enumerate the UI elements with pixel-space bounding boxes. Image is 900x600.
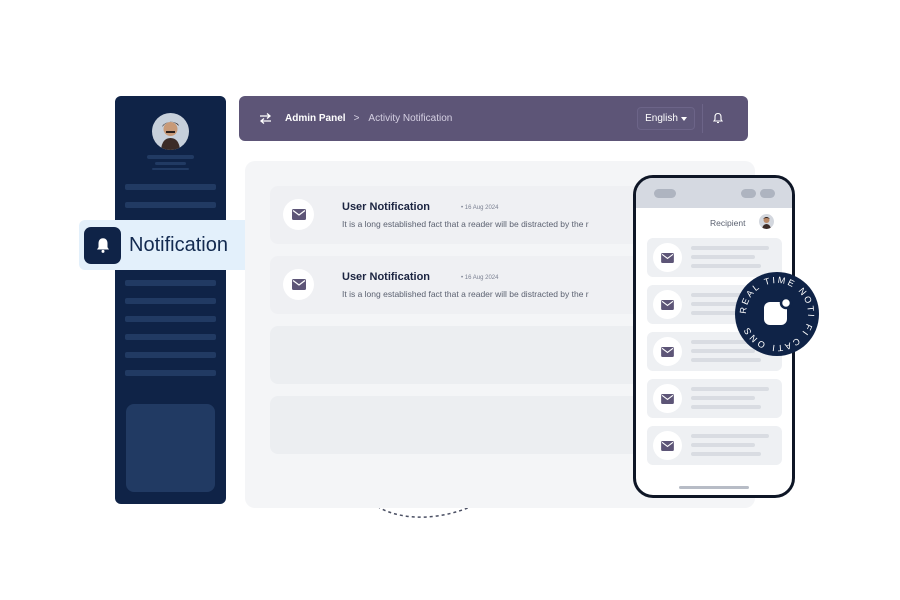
bell-icon: [84, 226, 121, 264]
notification-title: User Notification: [342, 201, 431, 213]
mail-icon: [283, 199, 314, 230]
mail-icon: [653, 431, 682, 460]
item-line: [691, 358, 761, 362]
status-pill: [654, 189, 676, 198]
sidebar-item[interactable]: [125, 352, 216, 358]
notification-badge[interactable]: Notification: [79, 220, 254, 270]
status-pill: [760, 189, 775, 198]
header-divider: [702, 104, 703, 133]
header-bar: Admin Panel > Activity Notification Engl…: [239, 96, 748, 141]
mail-icon: [653, 243, 682, 272]
notification-label: Notification: [129, 233, 228, 256]
mail-icon: [283, 269, 314, 300]
item-line: [691, 405, 761, 409]
breadcrumb-separator: >: [353, 113, 360, 124]
item-line: [691, 387, 769, 391]
item-line: [691, 255, 755, 259]
mail-icon: [653, 290, 682, 319]
sidebar-item[interactable]: [125, 334, 216, 340]
item-line: [691, 264, 761, 268]
item-line: [691, 443, 755, 447]
realtime-seal: REAL TIME NOTI FI CATI ONS: [735, 272, 819, 356]
sidebar-role-placeholder: [155, 162, 186, 165]
mail-icon: [653, 384, 682, 413]
item-line: [691, 452, 761, 456]
sidebar-item[interactable]: [125, 184, 216, 190]
phone-status-bar: [636, 178, 792, 208]
swap-icon[interactable]: [258, 112, 272, 126]
mail-icon: [653, 337, 682, 366]
notification-title: User Notification: [342, 271, 431, 283]
item-line: [691, 434, 769, 438]
notification-date: • 16 Aug 2024: [461, 275, 499, 281]
breadcrumb-root[interactable]: Admin Panel: [285, 113, 346, 124]
notification-body: It is a long established fact that a rea…: [342, 289, 589, 299]
status-pill: [741, 189, 756, 198]
recipient-label: Recipient: [710, 218, 746, 228]
phone-notification-item[interactable]: [647, 426, 782, 465]
sidebar-card: [126, 404, 215, 492]
sidebar-item[interactable]: [125, 298, 216, 304]
sidebar-item[interactable]: [125, 316, 216, 322]
bell-icon[interactable]: [709, 109, 727, 127]
sidebar-item[interactable]: [125, 280, 216, 286]
sidebar-item[interactable]: [125, 370, 216, 376]
notification-date: • 16 Aug 2024: [461, 205, 499, 211]
sidebar: [115, 96, 226, 504]
caret-down-icon: [680, 116, 687, 121]
sidebar-role-placeholder: [152, 168, 189, 170]
phone-notification-item[interactable]: [647, 379, 782, 418]
notification-body: It is a long established fact that a rea…: [342, 219, 589, 229]
item-line: [691, 246, 769, 250]
recipient-avatar[interactable]: [759, 214, 774, 229]
home-indicator: [679, 486, 749, 489]
breadcrumb-current: Activity Notification: [368, 113, 453, 124]
language-select[interactable]: English: [637, 107, 695, 130]
language-label: English: [645, 113, 678, 124]
avatar[interactable]: [152, 113, 189, 150]
sidebar-name-placeholder: [147, 155, 194, 159]
sidebar-item[interactable]: [125, 202, 216, 208]
item-line: [691, 396, 755, 400]
